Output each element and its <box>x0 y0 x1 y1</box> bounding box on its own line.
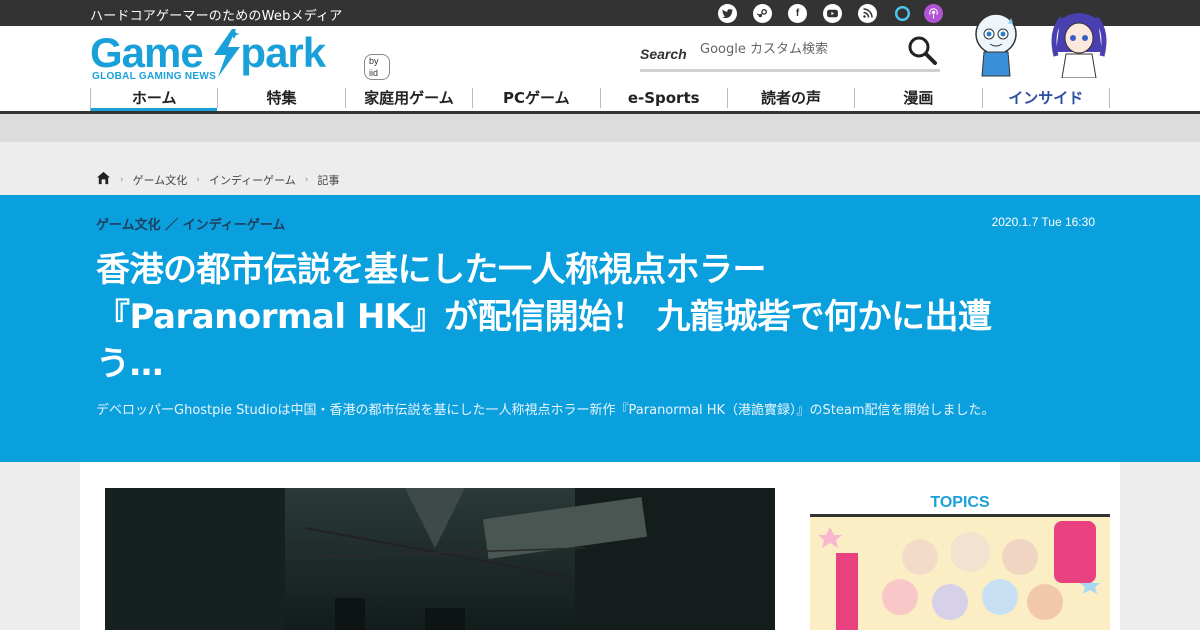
nav-manga[interactable]: 漫画 <box>854 88 981 108</box>
twitter-icon[interactable] <box>718 4 737 23</box>
home-icon[interactable] <box>96 171 111 188</box>
podcast-icon[interactable] <box>924 4 943 23</box>
logo-subtitle: GLOBAL GAMING NEWS <box>92 71 217 82</box>
article-summary: デベロッパーGhostpie Studioは中国・香港の都市伝説を基にした一人称… <box>96 403 995 418</box>
breadcrumb-game-culture[interactable]: ゲーム文化 <box>133 172 188 188</box>
nav-home[interactable]: ホーム <box>90 88 218 112</box>
chevron-right-icon: › <box>304 174 309 185</box>
search-box: Search <box>640 32 940 72</box>
topics-banner-image[interactable] <box>810 517 1110 630</box>
main-content: TOPICS <box>80 462 1120 630</box>
article-hero-image <box>105 488 775 630</box>
breadcrumb-article: 記事 <box>317 173 340 187</box>
facebook-icon[interactable]: f <box>788 4 807 23</box>
nav-inside[interactable]: インサイド <box>981 88 1110 108</box>
article-header: ゲーム文化 ／ インディーゲーム 2020.1.7 Tue 16:30 香港の都… <box>0 195 1200 462</box>
ad-strip <box>0 114 1200 142</box>
breadcrumb-indie-games[interactable]: インディーゲーム <box>209 172 296 188</box>
article-title: 香港の都市伝説を基にした一人称視点ホラー 『Paranormal HK』が配信開… <box>96 247 1096 388</box>
chevron-right-icon: › <box>120 174 124 185</box>
logo-by-badge: by iid <box>364 54 390 80</box>
facebook-glyph: f <box>795 8 800 19</box>
article-date: 2020.1.7 Tue 16:30 <box>991 215 1095 229</box>
mascot-left-image <box>975 13 1017 77</box>
rss-icon[interactable] <box>858 4 877 23</box>
article-title-line-2: 『Paranormal HK』が配信開始！ 九龍城砦で何かに出遭 <box>96 297 992 337</box>
steam-icon[interactable] <box>753 4 772 23</box>
article-category[interactable]: ゲーム文化 ／ インディーゲーム <box>96 214 285 233</box>
nav-features[interactable]: 特集 <box>217 88 344 108</box>
site-header: Game Spark GLOBAL GAMING NEWS by iid Sea… <box>0 13 1200 114</box>
site-tagline: ハードコアゲーマーのためのWebメディア <box>90 9 343 24</box>
mascot-right-image <box>1051 13 1107 78</box>
search-input[interactable] <box>700 34 900 64</box>
article-title-line-3: う… <box>96 344 164 384</box>
topics-heading: TOPICS <box>930 494 990 511</box>
breadcrumb: › ゲーム文化 › インディーゲーム › 記事 <box>96 171 339 188</box>
nav-esports[interactable]: e-Sports <box>599 88 727 108</box>
nav-pc-games[interactable]: PCゲーム <box>472 88 599 108</box>
search-label: Search <box>640 46 687 62</box>
alexa-icon[interactable] <box>893 4 912 23</box>
nav-reader-voice[interactable]: 読者の声 <box>726 88 854 108</box>
site-logo[interactable]: Game Spark GLOBAL GAMING NEWS by iid <box>90 29 390 89</box>
main-nav: ホーム 特集 家庭用ゲーム PCゲーム e-Sports 読者の声 漫画 インサ… <box>90 88 1110 112</box>
youtube-icon[interactable] <box>823 4 842 23</box>
article-title-line-1: 香港の都市伝説を基にした一人称視点ホラー <box>96 250 767 290</box>
chevron-right-icon: › <box>196 174 200 185</box>
nav-console-games[interactable]: 家庭用ゲーム <box>344 88 472 108</box>
search-icon[interactable] <box>906 34 938 66</box>
